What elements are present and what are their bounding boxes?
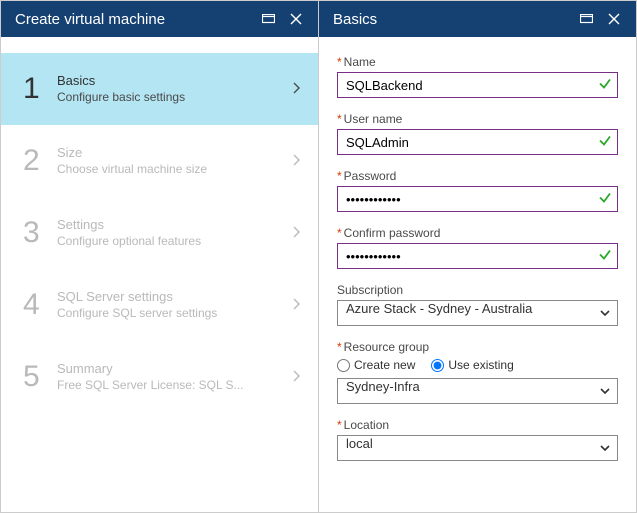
required-icon: * (337, 226, 342, 240)
basics-form: *Name *User name *Password (319, 37, 636, 485)
name-label: *Name (337, 55, 618, 69)
left-blade-header: Create virtual machine (1, 1, 318, 37)
rg-create-new-radio[interactable]: Create new (337, 358, 415, 372)
step-number: 2 (23, 144, 57, 178)
left-blade-title: Create virtual machine (15, 11, 254, 28)
step-title: Settings (57, 217, 288, 234)
step-title: SQL Server settings (57, 289, 288, 306)
step-subtitle: Configure SQL server settings (57, 306, 288, 322)
subscription-select[interactable]: Azure Stack - Sydney - Australia (337, 300, 618, 326)
step-number: 3 (23, 216, 57, 250)
chevron-right-icon (288, 370, 304, 385)
chevron-right-icon (288, 226, 304, 241)
required-icon: * (337, 340, 342, 354)
chevron-right-icon (288, 82, 304, 97)
location-select[interactable]: local (337, 435, 618, 461)
wizard-steps: 1 Basics Configure basic settings 2 Size… (1, 37, 318, 413)
resource-group-select[interactable]: Sydney-Infra (337, 378, 618, 404)
restore-icon[interactable] (254, 5, 282, 33)
required-icon: * (337, 112, 342, 126)
right-blade-title: Basics (333, 11, 572, 28)
step-title: Summary (57, 361, 288, 378)
step-subtitle: Configure optional features (57, 234, 288, 250)
chevron-right-icon (288, 154, 304, 169)
confirm-password-input[interactable] (337, 243, 618, 269)
rg-use-existing-radio[interactable]: Use existing (431, 358, 513, 372)
step-subtitle: Free SQL Server License: SQL S... (57, 378, 288, 394)
password-label: *Password (337, 169, 618, 183)
step-summary[interactable]: 5 Summary Free SQL Server License: SQL S… (1, 341, 318, 413)
step-settings[interactable]: 3 Settings Configure optional features (1, 197, 318, 269)
close-icon[interactable] (600, 5, 628, 33)
required-icon: * (337, 418, 342, 432)
restore-icon[interactable] (572, 5, 600, 33)
right-blade-header: Basics (319, 1, 636, 37)
step-subtitle: Choose virtual machine size (57, 162, 288, 178)
name-input[interactable] (337, 72, 618, 98)
required-icon: * (337, 169, 342, 183)
required-icon: * (337, 55, 342, 69)
step-size[interactable]: 2 Size Choose virtual machine size (1, 125, 318, 197)
subscription-label: Subscription (337, 283, 618, 297)
confirm-password-label: *Confirm password (337, 226, 618, 240)
step-number: 1 (23, 72, 57, 106)
step-basics[interactable]: 1 Basics Configure basic settings (1, 53, 318, 125)
resource-group-label: *Resource group (337, 340, 618, 354)
password-input[interactable] (337, 186, 618, 212)
username-input[interactable] (337, 129, 618, 155)
username-label: *User name (337, 112, 618, 126)
step-sql-settings[interactable]: 4 SQL Server settings Configure SQL serv… (1, 269, 318, 341)
step-number: 5 (23, 360, 57, 394)
step-title: Size (57, 145, 288, 162)
location-label: *Location (337, 418, 618, 432)
step-number: 4 (23, 288, 57, 322)
chevron-right-icon (288, 298, 304, 313)
step-subtitle: Configure basic settings (57, 90, 288, 106)
close-icon[interactable] (282, 5, 310, 33)
step-title: Basics (57, 73, 288, 90)
